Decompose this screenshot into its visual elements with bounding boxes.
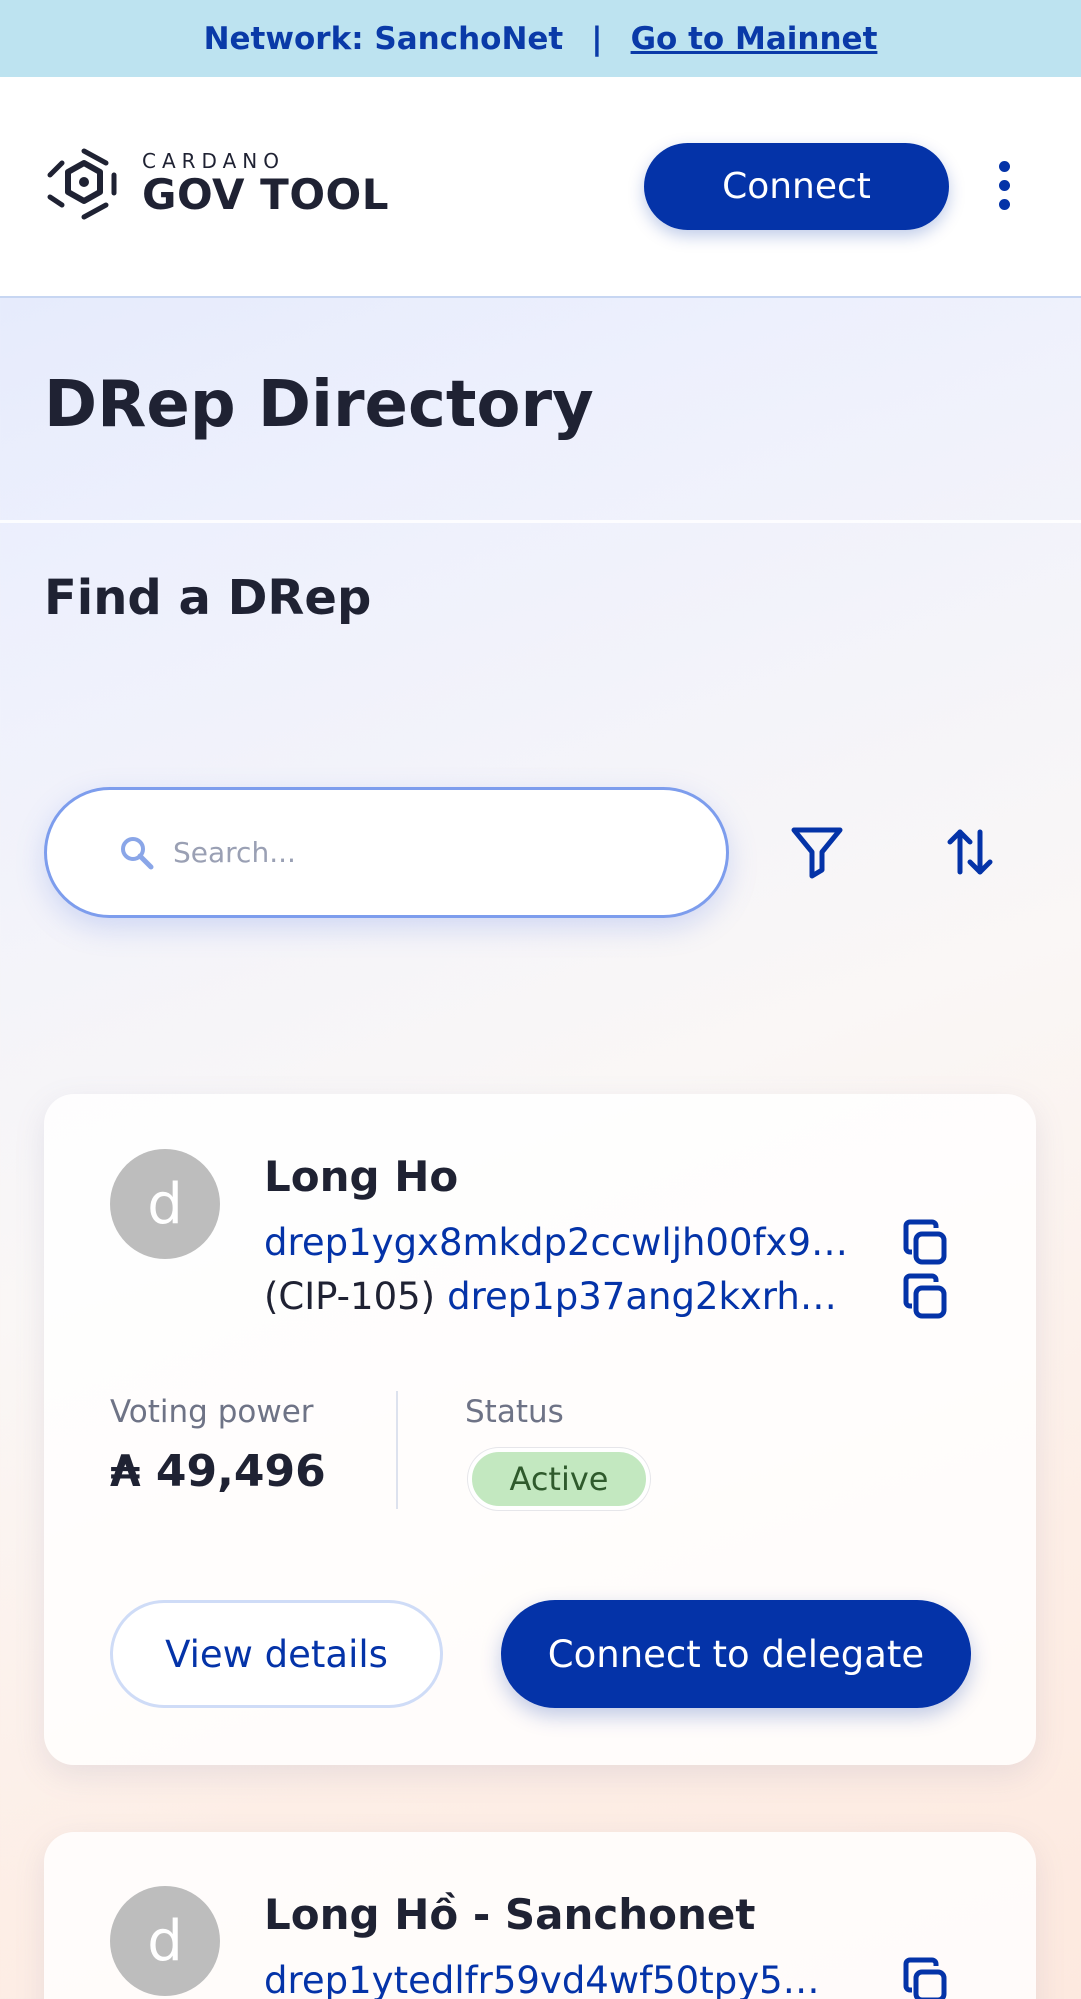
search-icon <box>121 836 154 869</box>
banner-separator: | <box>591 20 603 57</box>
filter-button[interactable] <box>782 817 852 887</box>
copy-icon[interactable] <box>900 1272 952 1324</box>
drep-id-link[interactable]: drep1ygx8mkdp2ccwljh00fx9… <box>264 1221 848 1264</box>
search-input[interactable] <box>173 836 653 869</box>
connect-to-delegate-button[interactable]: Connect to delegate <box>501 1600 971 1708</box>
copy-icon[interactable] <box>900 1956 952 1999</box>
voting-power-value: ₳ 49,496 <box>110 1446 326 1497</box>
view-details-button[interactable]: View details <box>110 1600 443 1708</box>
status-badge: Active <box>468 1448 650 1510</box>
logo-big-text: GOV TOOL <box>142 170 389 219</box>
cip105-id-row: (CIP-105) drep1p37ang2kxrh… <box>264 1270 869 1322</box>
filter-icon <box>791 827 843 879</box>
network-label: Network: SanchoNet <box>203 20 564 57</box>
voting-power-label: Voting power <box>110 1394 314 1430</box>
page-title: DRep Directory <box>44 368 594 442</box>
stat-divider <box>396 1391 398 1509</box>
cip105-id-link[interactable]: drep1p37ang2kxrh… <box>447 1275 837 1318</box>
cardano-logo-icon <box>47 148 117 220</box>
drep-name: Long Ho <box>264 1152 459 1201</box>
more-vertical-icon[interactable] <box>990 161 1018 215</box>
go-to-mainnet-link[interactable]: Go to Mainnet <box>631 21 878 57</box>
header-divider <box>0 520 1081 523</box>
sort-button[interactable] <box>935 817 1005 887</box>
status-label: Status <box>465 1394 564 1430</box>
avatar: d <box>110 1149 220 1259</box>
drep-card: d Long Ho drep1ygx8mkdp2ccwljh00fx9… (CI… <box>44 1094 1036 1765</box>
cip105-prefix: (CIP-105) <box>264 1274 436 1318</box>
gov-tool-logo[interactable]: CARDANO GOV TOOL <box>44 147 389 221</box>
drep-id-link[interactable]: drep1ytedlfr59vd4wf50tpy5… <box>264 1959 820 1999</box>
top-bar: CARDANO GOV TOOL Connect <box>0 77 1081 298</box>
copy-icon[interactable] <box>900 1218 952 1270</box>
search-box[interactable] <box>44 787 729 918</box>
sort-icon <box>947 829 993 875</box>
drep-card: d Long Hồ - Sanchonet drep1ytedlfr59vd4w… <box>44 1832 1036 1999</box>
avatar: d <box>110 1886 220 1996</box>
network-banner: Network: SanchoNet | Go to Mainnet <box>0 0 1081 77</box>
drep-id-row: drep1ygx8mkdp2ccwljh00fx9… <box>264 1216 869 1268</box>
section-title: Find a DRep <box>44 570 372 626</box>
connect-wallet-button[interactable]: Connect <box>644 143 949 230</box>
drep-name: Long Hồ - Sanchonet <box>264 1890 756 1939</box>
logo-small-text: CARDANO <box>142 149 285 173</box>
drep-id-row: drep1ytedlfr59vd4wf50tpy5… <box>264 1954 869 1999</box>
